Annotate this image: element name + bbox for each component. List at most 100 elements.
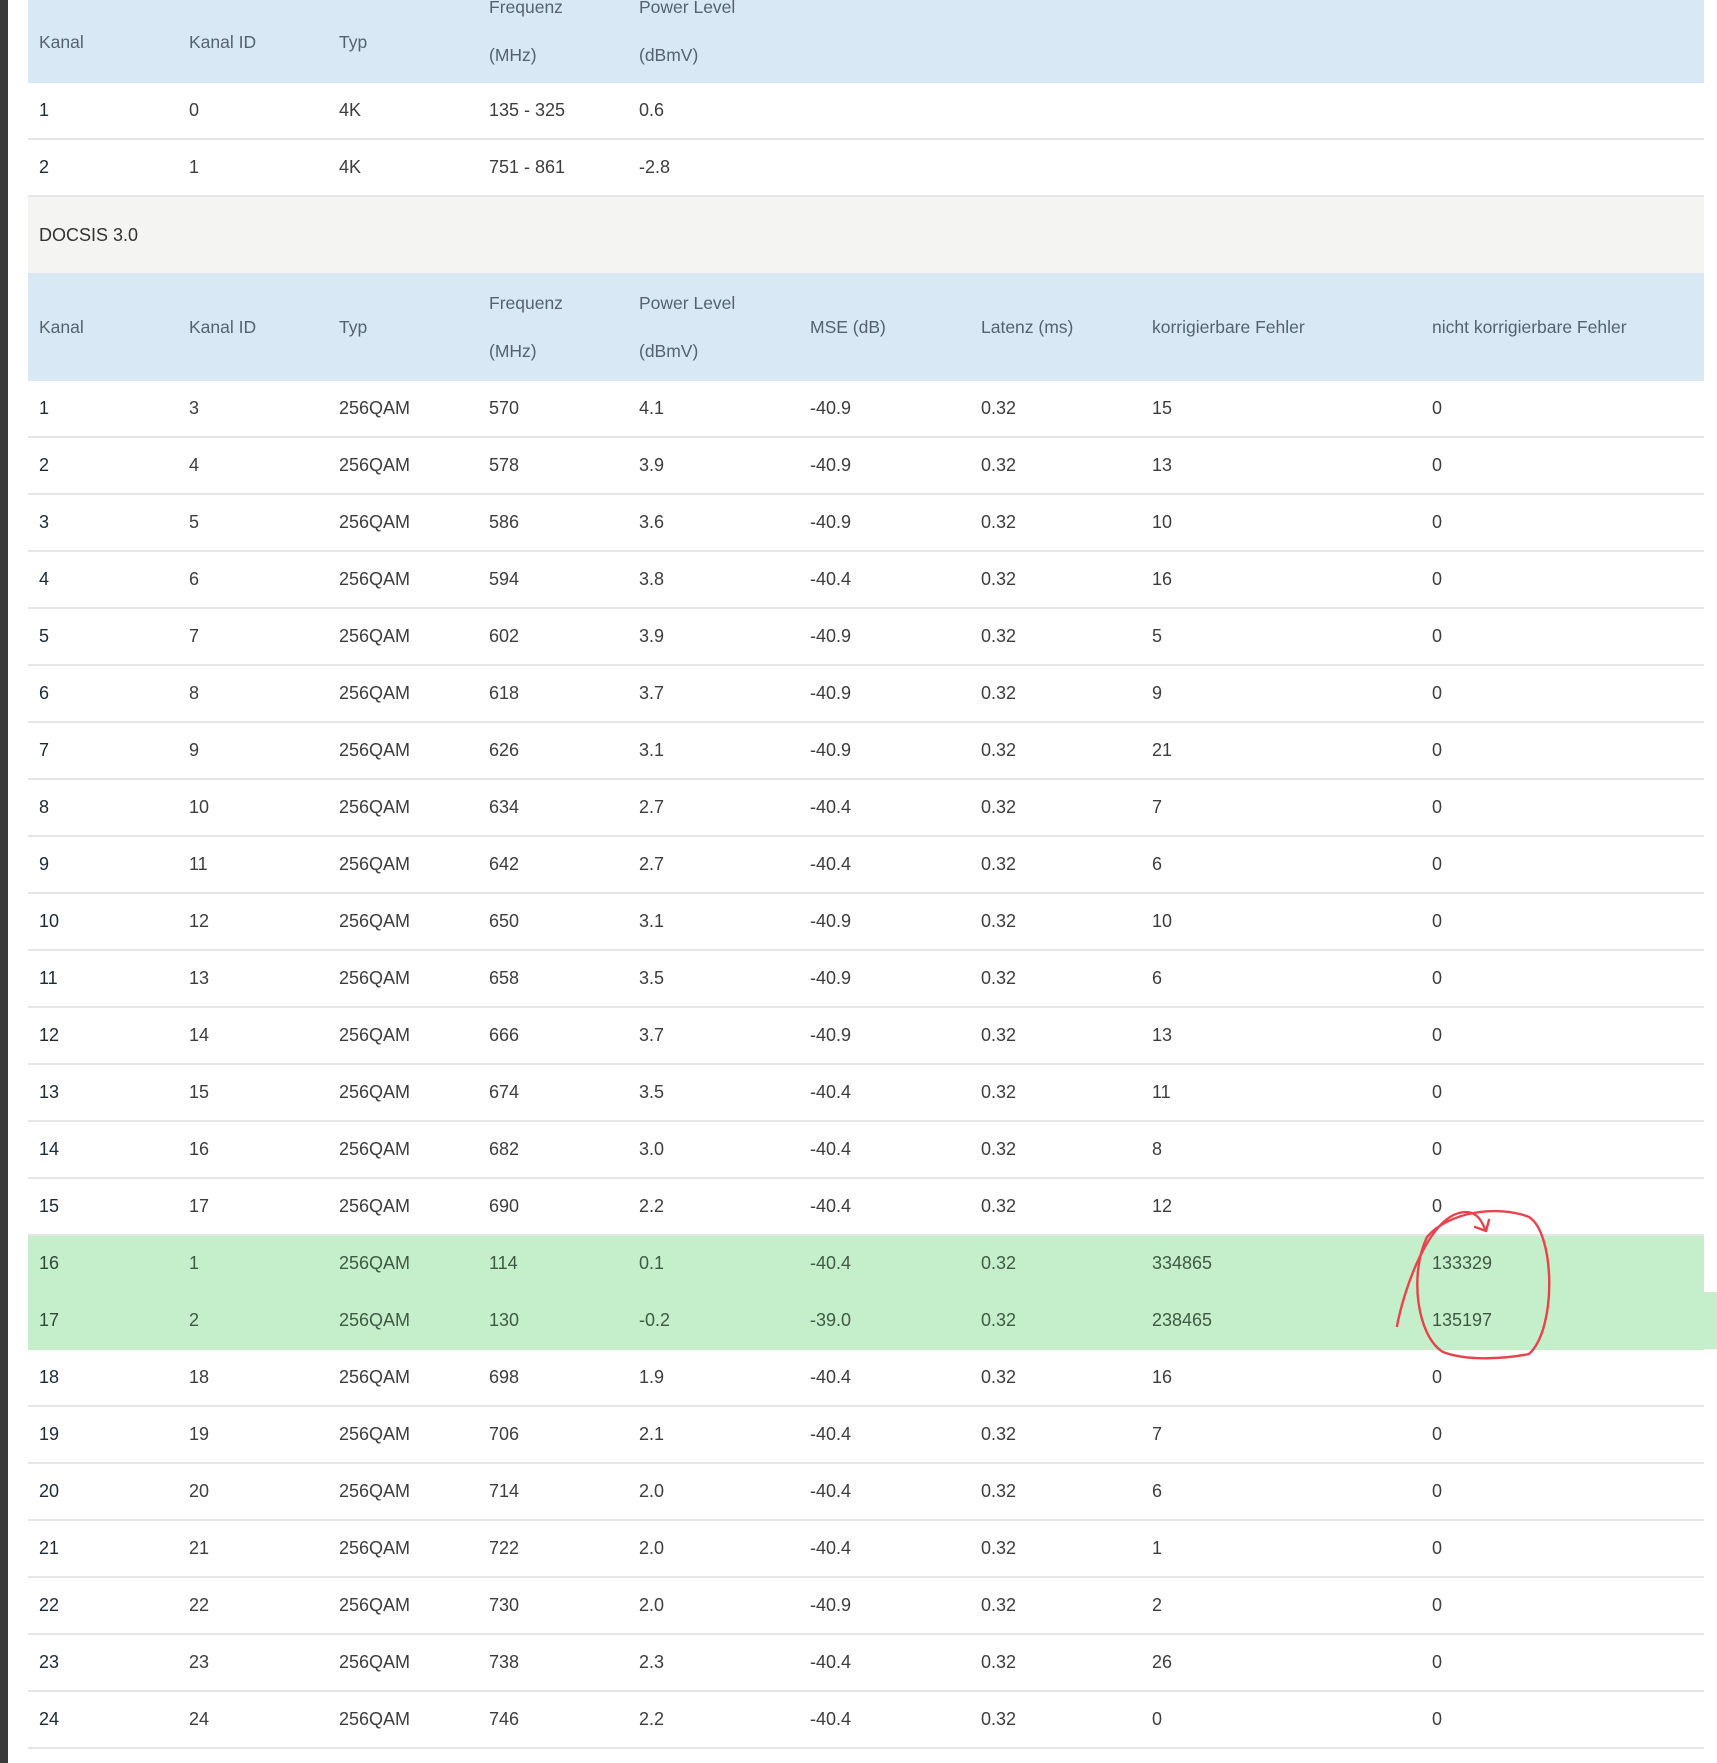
table-row: 1 0 4K 135 - 325 0.6	[28, 83, 1704, 140]
cell-latency: 0.32	[970, 1235, 1141, 1293]
cell-uncorr: 0	[1421, 1463, 1704, 1521]
table-row: 17 2 256QAM 130 -0.2 -39.0 0.32 238465 135197	[28, 1292, 1704, 1350]
cell-kanal_id: 19	[178, 1406, 328, 1464]
cell-corr: 10	[1141, 494, 1421, 552]
upstream-channel-table: Kanal Kanal ID Typ Frequenz (MHz) Power …	[28, 0, 1704, 197]
table-row: 18 18 256QAM 698 1.9 -40.4 0.32 16 0	[28, 1349, 1704, 1407]
cell-mse: -40.9	[799, 437, 970, 495]
cell-uncorr: 0	[1421, 779, 1704, 837]
cell-power: 3.9	[628, 437, 799, 495]
docsis-header-row: Kanal Kanal ID Typ Frequenz (MHz) Power …	[28, 273, 1704, 381]
cell-freq: 586	[478, 494, 628, 552]
cell-typ: 256QAM	[328, 1463, 478, 1521]
cell-mse: -40.4	[799, 1691, 970, 1749]
cell-power: 2.2	[628, 1178, 799, 1236]
cell-kanal: 21	[28, 1520, 178, 1578]
cell-typ: 256QAM	[328, 779, 478, 837]
cell-latency: 0.32	[970, 1007, 1141, 1065]
cell-kanal_id: 17	[178, 1178, 328, 1236]
cell-mse: -40.4	[799, 1463, 970, 1521]
cell-uncorr: 135197	[1421, 1292, 1704, 1350]
cell-kanal_id: 1	[178, 139, 328, 197]
cell-freq: 135 - 325	[478, 83, 628, 140]
cell-corr: 7	[1141, 779, 1421, 837]
upstream-table-body: 1 0 4K 135 - 325 0.6 2 1 4K 751 - 861 -2.8	[28, 83, 1704, 197]
cell-uncorr: 0	[1421, 1178, 1704, 1236]
col-header-power-unit: (dBmV)	[639, 45, 699, 65]
cell-corr: 10	[1141, 893, 1421, 951]
cell-kanal: 10	[28, 893, 178, 951]
cell-corr: 8	[1141, 1121, 1421, 1179]
upstream-header-row: Kanal Kanal ID Typ Frequenz (MHz) Power …	[28, 0, 1704, 83]
cell-corr: 238465	[1141, 1292, 1421, 1350]
cell-latency: 0.32	[970, 1121, 1141, 1179]
table-row: 9 11 256QAM 642 2.7 -40.4 0.32 6 0	[28, 836, 1704, 894]
cell-corr: 7	[1141, 1406, 1421, 1464]
cell-kanal_id: 21	[178, 1520, 328, 1578]
cell-typ: 256QAM	[328, 665, 478, 723]
cell-typ: 256QAM	[328, 1691, 478, 1749]
cell-kanal_id: 13	[178, 950, 328, 1008]
cell-uncorr: 0	[1421, 494, 1704, 552]
table-row: 24 24 256QAM 746 2.2 -40.4 0.32 0 0	[28, 1691, 1704, 1749]
cell-power: 3.8	[628, 551, 799, 609]
cell-freq: 706	[478, 1406, 628, 1464]
cell-uncorr: 0	[1421, 1691, 1704, 1749]
cell-corr: 334865	[1141, 1235, 1421, 1293]
cell-latency: 0.32	[970, 1178, 1141, 1236]
cell-freq: 674	[478, 1064, 628, 1122]
cell-kanal: 18	[28, 1349, 178, 1407]
table-row: 2 4 256QAM 578 3.9 -40.9 0.32 13 0	[28, 437, 1704, 495]
cell-corr: 26	[1141, 1634, 1421, 1692]
table-row: 11 13 256QAM 658 3.5 -40.9 0.32 6 0	[28, 950, 1704, 1008]
cell-mse: -40.4	[799, 1520, 970, 1578]
cell-freq: 650	[478, 893, 628, 951]
cell-kanal_id: 4	[178, 437, 328, 495]
cell-corr: 21	[1141, 722, 1421, 780]
col-header-frequenz: Frequenz (MHz)	[478, 273, 628, 381]
cell-power: 2.0	[628, 1577, 799, 1635]
col-header-nicht-korrigierbare-fehler: nicht korrigierbare Fehler	[1421, 273, 1704, 381]
cell-corr: 0	[1141, 1691, 1421, 1749]
table-row: 2 1 4K 751 - 861 -2.8	[28, 139, 1704, 197]
cell-freq: 130	[478, 1292, 628, 1350]
table-row: 8 10 256QAM 634 2.7 -40.4 0.32 7 0	[28, 779, 1704, 837]
cell-kanal: 11	[28, 950, 178, 1008]
cell-corr: 6	[1141, 836, 1421, 894]
cell-freq: 730	[478, 1577, 628, 1635]
cell-freq: 658	[478, 950, 628, 1008]
cell-uncorr: 0	[1421, 1349, 1704, 1407]
cell-kanal: 23	[28, 1634, 178, 1692]
cell-latency: 0.32	[970, 836, 1141, 894]
col-header-frequenz-unit: (MHz)	[489, 45, 537, 65]
cell-typ: 256QAM	[328, 437, 478, 495]
table-row: 10 12 256QAM 650 3.1 -40.9 0.32 10 0	[28, 893, 1704, 951]
cell-latency: 0.32	[970, 551, 1141, 609]
docsis-table-body: 1 3 256QAM 570 4.1 -40.9 0.32 15 0 2 4 256QAM 578 3.9…	[28, 381, 1704, 1749]
cell-freq: 714	[478, 1463, 628, 1521]
cell-typ: 256QAM	[328, 836, 478, 894]
cell-latency: 0.32	[970, 1691, 1141, 1749]
cell-latency: 0.32	[970, 494, 1141, 552]
cell-freq: 578	[478, 437, 628, 495]
col-header-kanal: Kanal	[28, 273, 178, 381]
cell-uncorr: 0	[1421, 381, 1704, 438]
cell-uncorr: 0	[1421, 1121, 1704, 1179]
section-header-row: DOCSIS 3.0	[28, 197, 1704, 273]
col-header-typ: Typ	[328, 0, 478, 83]
cell-freq: 594	[478, 551, 628, 609]
cell-power: 3.7	[628, 1007, 799, 1065]
cell-freq: 114	[478, 1235, 628, 1293]
cell-uncorr: 0	[1421, 836, 1704, 894]
cell-power: 2.3	[628, 1634, 799, 1692]
cell-kanal_id: 5	[178, 494, 328, 552]
cell-kanal_id: 23	[178, 1634, 328, 1692]
table-row: 22 22 256QAM 730 2.0 -40.9 0.32 2 0	[28, 1577, 1704, 1635]
cell-kanal_id: 10	[178, 779, 328, 837]
cell-freq: 746	[478, 1691, 628, 1749]
cell-freq: 666	[478, 1007, 628, 1065]
cell-power: 3.6	[628, 494, 799, 552]
cell-latency: 0.32	[970, 893, 1141, 951]
cell-mse: -40.4	[799, 1406, 970, 1464]
cell-kanal: 2	[28, 437, 178, 495]
